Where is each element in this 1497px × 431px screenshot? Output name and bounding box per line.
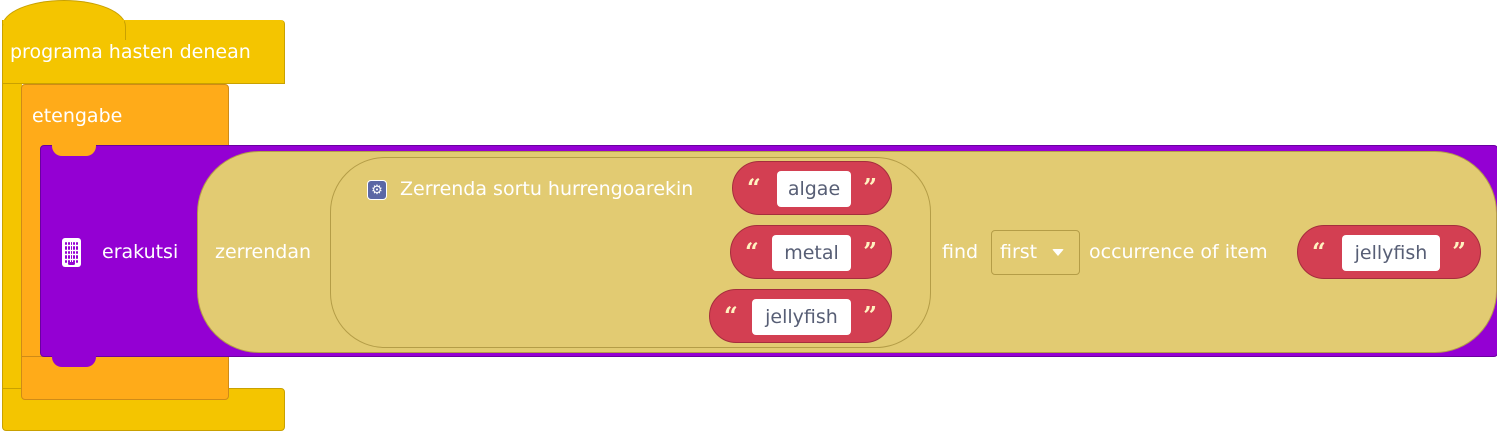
close-quote-icon: ” [863, 173, 877, 202]
open-quote-icon: “ [747, 173, 761, 202]
show-block-top-notch [52, 145, 96, 156]
event-block-spine[interactable] [2, 84, 22, 390]
open-quote-icon: “ [1312, 237, 1326, 266]
string-input-search-item[interactable]: jellyfish [1342, 235, 1440, 271]
string-block-list-item-2[interactable]: “ metal ” [730, 225, 892, 279]
in-list-label: zerrendan [215, 241, 312, 263]
open-quote-icon: “ [724, 301, 738, 330]
create-list-label: Zerrenda sortu hurrengoarekin [400, 178, 694, 200]
string-input-list-item-3[interactable]: jellyfish [752, 299, 851, 335]
close-quote-icon: ” [863, 237, 877, 266]
occurrence-mode-value[interactable]: first [1000, 238, 1037, 266]
gear-icon[interactable]: ⚙ [367, 180, 387, 200]
string-block-search-item[interactable]: “ jellyfish ” [1297, 225, 1481, 279]
open-quote-icon: “ [745, 237, 759, 266]
forever-loop-footer[interactable] [21, 356, 229, 400]
string-block-list-item-1[interactable]: “ algae ” [732, 161, 892, 215]
event-block-label: programa hasten denean [10, 41, 251, 63]
close-quote-icon: ” [863, 301, 877, 330]
led-grid-icon [62, 238, 81, 267]
forever-loop-spine[interactable] [21, 147, 41, 361]
event-block-hat-join [3, 20, 124, 24]
find-label: find [942, 241, 979, 263]
forever-loop-label: etengabe [32, 105, 123, 127]
chevron-down-icon[interactable] [1052, 249, 1064, 256]
show-block-bottom-notch [52, 356, 96, 367]
close-quote-icon: ” [1452, 237, 1466, 266]
show-block-label: erakutsi [102, 241, 179, 263]
occurrence-of-item-label: occurrence of item [1089, 241, 1268, 263]
string-input-list-item-1[interactable]: algae [777, 171, 851, 207]
string-input-list-item-2[interactable]: metal [772, 235, 851, 271]
string-block-list-item-3[interactable]: “ jellyfish ” [709, 289, 892, 343]
